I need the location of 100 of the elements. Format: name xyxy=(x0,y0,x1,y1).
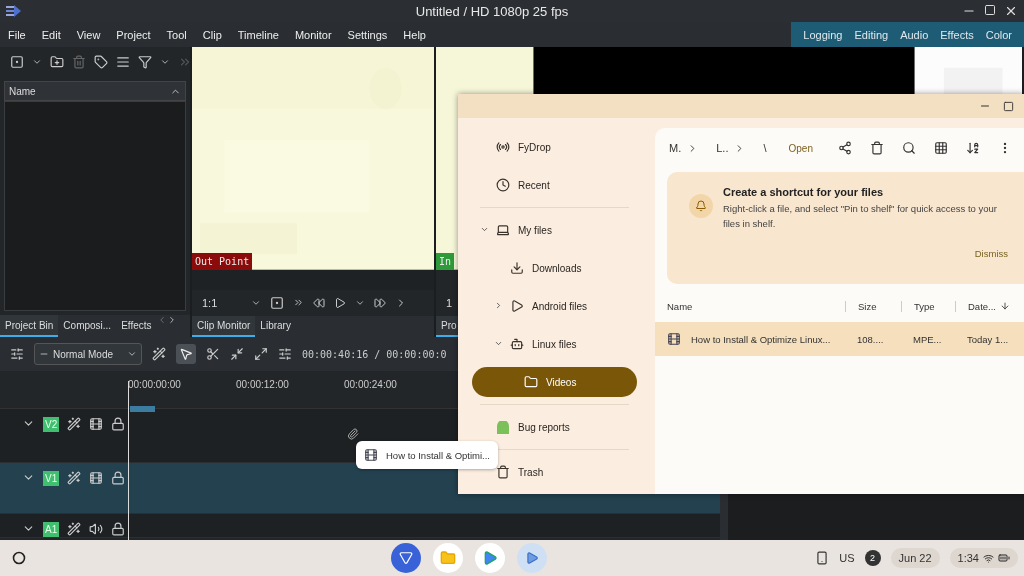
workspace-tab[interactable]: Effects xyxy=(934,28,980,41)
workspace-tab[interactable]: Editing xyxy=(848,28,895,41)
caret-icon[interactable] xyxy=(494,300,503,310)
folder-icon xyxy=(524,375,538,389)
breadcrumb[interactable]: M. xyxy=(669,142,682,154)
keyboard-layout[interactable]: US xyxy=(839,552,855,564)
menu-item[interactable]: Help xyxy=(395,22,434,47)
caret-icon[interactable] xyxy=(160,57,170,67)
window-title: Untitled / HD 1080p 25 fps xyxy=(414,3,570,19)
workspace-tab[interactable]: Logging xyxy=(797,28,849,41)
dismiss-button[interactable]: Dismiss xyxy=(974,248,1008,259)
overlay-icon[interactable] xyxy=(270,295,284,310)
play-icon xyxy=(510,299,524,313)
zoom-select[interactable]: 1 xyxy=(446,296,453,309)
lock-icon[interactable] xyxy=(111,417,126,431)
open-button[interactable]: Open xyxy=(788,142,813,154)
breadcrumb[interactable]: \ xyxy=(763,142,767,154)
rewind-icon[interactable] xyxy=(313,296,325,309)
menu-item[interactable]: View xyxy=(68,22,109,47)
drag-cursor-icon xyxy=(347,428,359,440)
ruler-label: 00:00:24:00 xyxy=(344,379,398,390)
wand-icon[interactable] xyxy=(67,471,82,485)
delete-icon[interactable] xyxy=(870,141,884,155)
menu-item[interactable]: Settings xyxy=(339,22,396,47)
status-pill[interactable]: 1:34 xyxy=(949,548,1018,568)
wand-icon[interactable] xyxy=(67,417,82,431)
caret-icon[interactable] xyxy=(32,57,42,67)
film-icon[interactable] xyxy=(89,471,104,485)
play-icon[interactable] xyxy=(334,296,346,309)
menu-item[interactable]: Edit xyxy=(33,22,69,47)
video-file-icon xyxy=(667,332,681,346)
file-row[interactable]: How to Install & Optimize Linux... 108.... MPE... Today 1... xyxy=(655,322,1024,356)
sidebar-item[interactable]: Recent xyxy=(472,170,637,200)
zoom-select[interactable]: 1:1 xyxy=(202,296,242,309)
play-store-icon[interactable] xyxy=(474,543,505,573)
notification-count[interactable]: 2 xyxy=(864,550,881,566)
ruler-label: 00:00:00:00 xyxy=(128,379,182,390)
lock-icon[interactable] xyxy=(111,522,126,536)
grid-icon[interactable] xyxy=(934,141,948,155)
share-icon[interactable] xyxy=(838,141,852,155)
menu-item[interactable]: Project xyxy=(108,22,159,47)
menu-item[interactable]: Monitor xyxy=(286,22,340,47)
column-header[interactable]: Size xyxy=(845,300,901,312)
date-pill[interactable]: Jun 22 xyxy=(890,548,940,568)
maximize-icon[interactable] xyxy=(1003,100,1014,112)
workspace-tab[interactable]: Color xyxy=(979,28,1018,41)
menu-item[interactable]: File xyxy=(0,22,34,47)
launcher-icon[interactable] xyxy=(12,551,26,565)
menu-item[interactable]: Clip xyxy=(194,22,230,47)
phone-icon[interactable] xyxy=(815,551,830,565)
wifi-icon xyxy=(983,552,994,564)
tag-icon[interactable] xyxy=(94,55,108,69)
monitor-ruler[interactable] xyxy=(192,269,434,290)
workspace-tab[interactable]: Audio xyxy=(894,28,935,41)
scissors-icon[interactable] xyxy=(206,347,220,361)
track-name: V2 xyxy=(43,417,60,432)
column-header[interactable]: Name xyxy=(4,81,186,101)
sort-arrow-icon[interactable] xyxy=(1000,301,1010,311)
sidebar-item[interactable]: My files xyxy=(472,215,637,245)
select-tool-button[interactable] xyxy=(176,344,196,364)
sort-icon[interactable] xyxy=(966,141,980,155)
menu-item[interactable]: Timeline xyxy=(229,22,287,47)
laptop-icon xyxy=(496,223,510,237)
mode-select[interactable]: Normal Mode xyxy=(34,343,142,365)
speaker-icon[interactable] xyxy=(89,522,104,536)
column-header[interactable]: Date... xyxy=(955,300,1015,312)
banner-title: Create a shortcut for your files xyxy=(723,186,885,198)
sidebar-item[interactable]: Bug reports xyxy=(472,412,637,442)
sidebar-item[interactable]: FyDrop xyxy=(472,132,637,162)
column-header[interactable]: Type xyxy=(901,300,955,312)
android-icon xyxy=(496,420,510,434)
table-cell-text: 108.... xyxy=(856,333,885,345)
banner-text: Right-click a file, and select "Pin to shelf" for quick access to your files in shelf. xyxy=(723,202,998,231)
folder-plus-icon[interactable] xyxy=(50,55,64,69)
sliders-icon[interactable] xyxy=(10,347,24,361)
close-icon[interactable] xyxy=(1004,4,1018,18)
drag-label: How to Install & Optimi... xyxy=(386,449,490,461)
tab[interactable]: Project Bin xyxy=(0,315,59,337)
lock-icon[interactable] xyxy=(111,471,126,485)
sidebar-item[interactable]: Videos xyxy=(472,367,637,397)
tab[interactable]: Clip Monitor xyxy=(192,316,256,337)
list-icon[interactable] xyxy=(116,55,130,69)
app-logo-icon xyxy=(6,4,22,18)
sidebar-item[interactable]: Android files xyxy=(472,291,637,321)
filter-icon[interactable] xyxy=(138,55,152,69)
search-icon[interactable] xyxy=(902,141,916,155)
wand-icon[interactable] xyxy=(67,522,82,536)
film-icon[interactable] xyxy=(89,417,104,431)
table-cell-text: MPE... xyxy=(912,333,943,345)
breadcrumb[interactable]: L.. xyxy=(716,142,729,154)
sidebar-item[interactable]: Linux files xyxy=(472,329,637,359)
file-name: How to Install & Optimize Linux... xyxy=(655,332,845,346)
fast-forward-icon[interactable] xyxy=(374,296,386,309)
sidebar-item[interactable]: Downloads xyxy=(472,253,637,283)
menu-item[interactable]: Tool xyxy=(158,22,195,47)
track-name: V1 xyxy=(43,471,60,486)
caret-icon xyxy=(127,349,137,359)
ruler-label: 00:00:12:00 xyxy=(236,379,290,390)
column-header[interactable]: Name xyxy=(655,300,845,312)
trash-icon xyxy=(496,465,510,479)
